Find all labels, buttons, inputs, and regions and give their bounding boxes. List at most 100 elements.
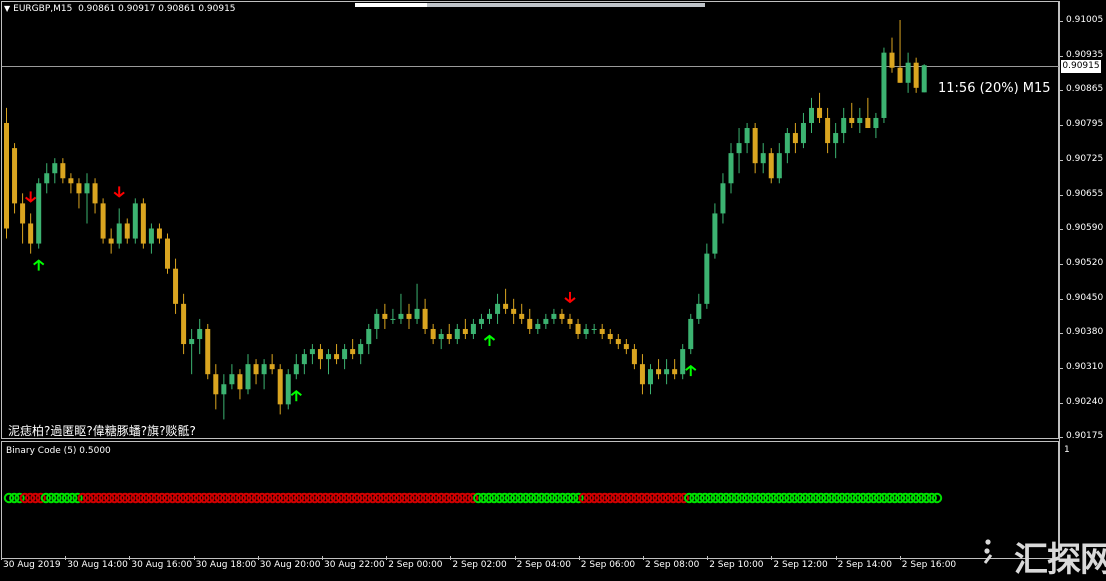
candle-body	[511, 308, 517, 314]
candle-body	[688, 318, 694, 350]
mt4-chart-window[interactable]: ▼ EURGBP,M15 0.90861 0.90917 0.90861 0.90…	[0, 0, 1106, 580]
candle-body	[623, 344, 629, 350]
candle-body	[736, 143, 742, 154]
candle-body	[696, 303, 702, 319]
candle-body	[728, 153, 734, 184]
candle-body	[897, 67, 903, 83]
candle-body	[784, 133, 790, 154]
candle-body	[229, 374, 235, 385]
candle-body	[414, 308, 420, 319]
candle-body	[889, 52, 895, 68]
candle-body	[213, 374, 219, 395]
candle-body	[165, 238, 170, 269]
candle-body	[245, 364, 251, 390]
candle-body	[116, 223, 122, 244]
candle-body	[527, 318, 533, 329]
candle-body	[575, 323, 581, 335]
candle-body	[752, 128, 758, 164]
candle-body	[92, 183, 98, 204]
candle-body	[20, 203, 26, 224]
watermark-text: 汇探网	[1014, 540, 1106, 580]
candle-body	[60, 163, 66, 179]
candle-body	[173, 268, 179, 304]
candle-body	[648, 369, 653, 385]
candle-body	[156, 228, 162, 239]
candle-body	[487, 313, 492, 319]
candle-body	[615, 339, 621, 345]
candle-body	[326, 354, 331, 360]
candle-body	[285, 374, 291, 405]
candle-body	[438, 334, 444, 340]
candle-body	[124, 223, 130, 239]
candle-body	[881, 52, 887, 118]
candle-body	[680, 349, 686, 375]
candle-body	[84, 183, 90, 194]
candle-body	[309, 349, 315, 355]
candle-body	[591, 328, 597, 330]
candle-body	[760, 153, 766, 164]
candle-body	[422, 308, 428, 329]
candle-body	[277, 369, 283, 405]
candle-body	[462, 328, 468, 335]
candle-body	[704, 253, 710, 304]
candle-body	[712, 213, 718, 254]
candle-body	[672, 369, 678, 375]
candle-body	[535, 323, 541, 329]
candle-body	[132, 203, 138, 239]
candlestick-chart	[3, 20, 943, 504]
candle-body	[543, 318, 549, 324]
candle-body	[398, 313, 404, 319]
candle-body	[108, 238, 114, 244]
candle-body	[44, 173, 50, 184]
candle-body	[551, 313, 557, 319]
candle-body	[36, 183, 42, 244]
candle-body	[12, 148, 18, 204]
candle-body	[253, 364, 259, 375]
candle-body	[366, 328, 372, 345]
candle-body	[301, 354, 307, 365]
candle-body	[639, 364, 645, 385]
candle-body	[221, 384, 227, 395]
candle-body	[269, 364, 275, 370]
sell-arrow-icon	[113, 186, 125, 198]
candle-body	[68, 178, 74, 184]
candle-body	[800, 122, 806, 144]
candle-body	[390, 318, 396, 320]
candle-body	[720, 183, 726, 214]
candle-body	[478, 318, 484, 324]
candle-body	[664, 369, 670, 375]
candle-body	[470, 323, 476, 335]
candle-body	[921, 65, 927, 93]
buy-arrow-icon	[483, 334, 496, 346]
sell-arrow-icon	[25, 191, 37, 203]
candle-body	[181, 303, 187, 345]
candle-body	[237, 374, 243, 390]
candle-body	[28, 223, 34, 244]
candle-body	[833, 133, 839, 144]
candle-body	[52, 163, 58, 174]
candle-body	[382, 313, 388, 319]
candle-body	[342, 349, 348, 360]
candle-body	[905, 62, 911, 83]
candle-body	[503, 303, 509, 309]
candle-body	[261, 364, 267, 375]
candle-body	[607, 334, 613, 340]
candle-body	[567, 318, 573, 324]
candle-body	[776, 153, 782, 179]
candle-body	[293, 364, 299, 375]
candle-body	[430, 328, 436, 340]
candle-body	[189, 339, 195, 345]
candle-body	[358, 344, 364, 355]
candle-body	[100, 203, 106, 239]
candle-body	[599, 328, 605, 335]
candle-body	[140, 203, 146, 244]
candle-body	[350, 349, 356, 355]
candle-body	[495, 303, 501, 314]
candle-body	[148, 228, 154, 244]
candle-body	[817, 107, 823, 118]
candle-body	[559, 313, 565, 319]
candle-body	[631, 349, 637, 365]
candle-body	[792, 133, 798, 144]
candle-body	[583, 328, 589, 335]
binary-dot-green	[931, 492, 943, 504]
